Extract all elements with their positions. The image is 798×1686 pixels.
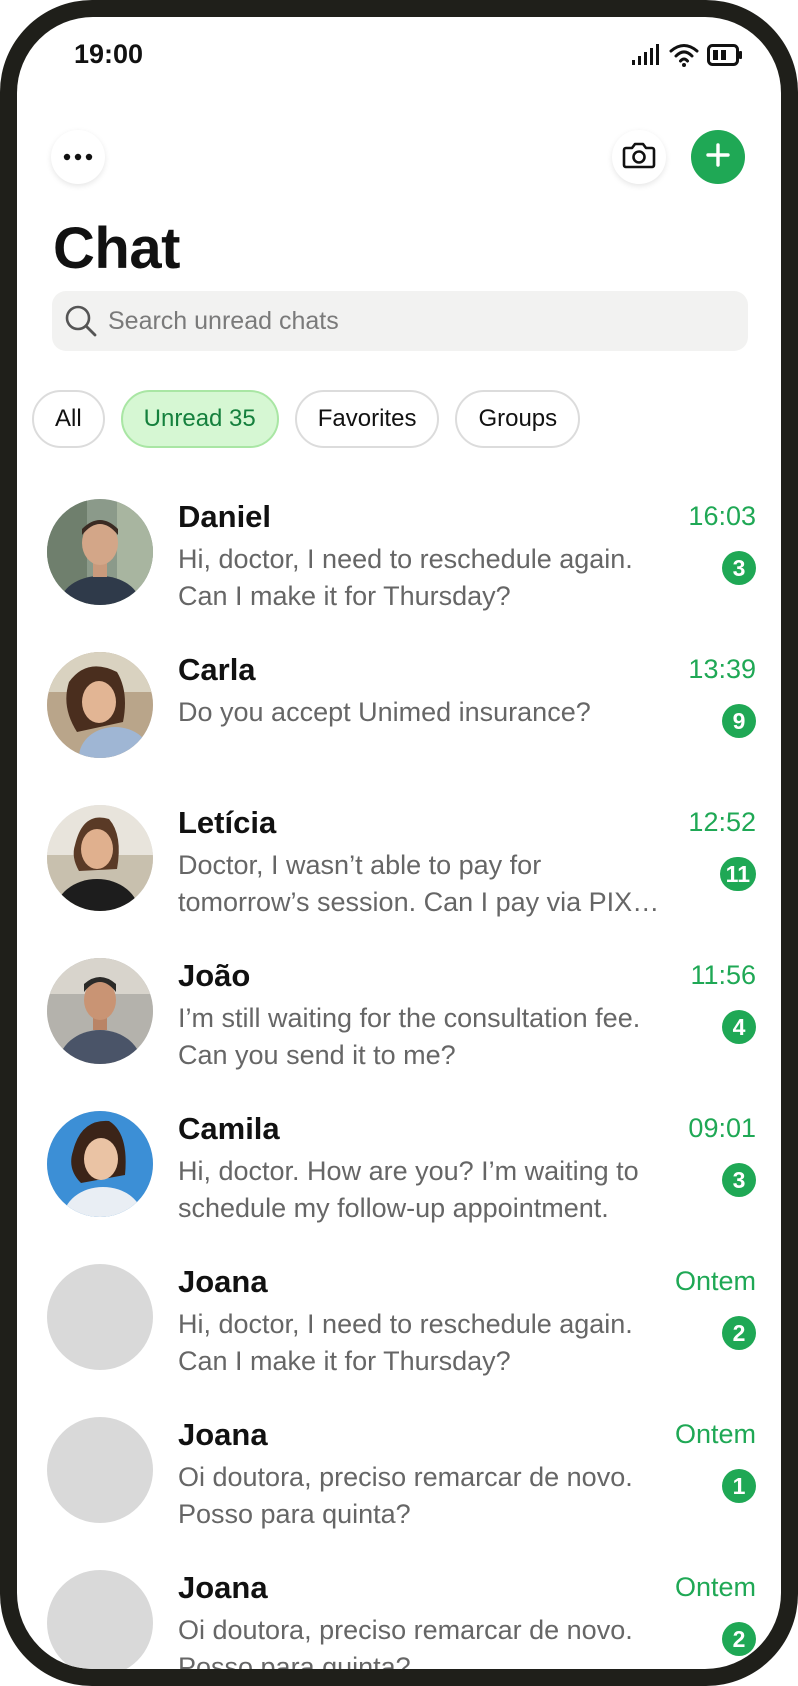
chat-preview: Oi doutora, preciso remarcar de novo. Po… bbox=[178, 1462, 633, 1529]
status-time: 19:00 bbox=[74, 39, 144, 69]
chat-name: Joana bbox=[178, 1264, 268, 1299]
avatar-placeholder bbox=[47, 1570, 153, 1669]
chat-time: Ontem bbox=[674, 1572, 756, 1602]
avatar bbox=[47, 805, 153, 911]
avatar bbox=[47, 499, 153, 605]
chat-name: Daniel bbox=[178, 499, 272, 534]
camera-button[interactable] bbox=[612, 130, 666, 184]
chat-row[interactable]: Daniel Hi, doctor, I need to reschedule … bbox=[17, 487, 781, 640]
unread-badge: 3 bbox=[722, 1163, 756, 1197]
chat-list: Daniel Hi, doctor, I need to reschedule … bbox=[17, 487, 781, 1669]
wifi-icon bbox=[669, 43, 699, 72]
chat-name: Camila bbox=[178, 1111, 280, 1146]
chat-preview: Hi, doctor. How are you? I’m waiting to … bbox=[178, 1156, 639, 1223]
unread-badge: 2 bbox=[722, 1316, 756, 1350]
search-bar[interactable] bbox=[52, 291, 748, 351]
chat-time: 11:56 bbox=[690, 960, 756, 990]
chat-row[interactable]: Joana Oi doutora, preciso remarcar de no… bbox=[17, 1558, 781, 1669]
more-options-button[interactable] bbox=[51, 130, 105, 184]
chat-preview: Hi, doctor, I need to reschedule again. … bbox=[178, 544, 633, 611]
chat-row[interactable]: Letícia Doctor, I wasn’t able to pay for… bbox=[17, 793, 781, 946]
chat-row[interactable]: Joana Hi, doctor, I need to reschedule a… bbox=[17, 1252, 781, 1405]
chat-time: 09:01 bbox=[688, 1113, 756, 1143]
status-icons bbox=[631, 43, 743, 72]
filter-chip-all[interactable]: All bbox=[32, 390, 105, 448]
unread-badge: 4 bbox=[722, 1010, 756, 1044]
chat-name: Letícia bbox=[178, 805, 277, 840]
avatar bbox=[47, 1111, 153, 1217]
avatar bbox=[47, 958, 153, 1064]
chat-preview: Hi, doctor, I need to reschedule again. … bbox=[178, 1309, 633, 1376]
chat-time: Ontem bbox=[674, 1266, 756, 1296]
chat-name: Carla bbox=[178, 652, 256, 687]
chat-row[interactable]: Camila Hi, doctor. How are you? I’m wait… bbox=[17, 1099, 781, 1252]
avatar bbox=[47, 652, 153, 758]
chat-preview: I’m still waiting for the consultation f… bbox=[178, 1003, 641, 1070]
filter-chip-groups[interactable]: Groups bbox=[455, 390, 581, 448]
chat-row[interactable]: João I’m still waiting for the consultat… bbox=[17, 946, 781, 1099]
device-frame: 19:00 Chat Search unread chats All Unrea… bbox=[0, 0, 798, 1686]
screen: 19:00 Chat Search unread chats All Unrea… bbox=[17, 17, 781, 1669]
chat-name: Joana bbox=[178, 1570, 268, 1605]
unread-badge: 2 bbox=[722, 1622, 756, 1656]
search-input[interactable] bbox=[106, 305, 710, 337]
more-icon bbox=[63, 148, 93, 166]
chat-preview: Do you accept Unimed insurance? bbox=[178, 697, 591, 727]
filter-chips: All Unread 35 Favorites Groups bbox=[32, 390, 581, 448]
chat-preview: Oi doutora, preciso remarcar de novo. Po… bbox=[178, 1615, 633, 1669]
chat-row[interactable]: Carla Do you accept Unimed insurance? 13… bbox=[17, 640, 781, 793]
filter-chip-favorites[interactable]: Favorites bbox=[294, 390, 440, 448]
chat-time: 12:52 bbox=[688, 807, 756, 837]
unread-badge: 1 bbox=[722, 1469, 756, 1503]
chat-time: 13:39 bbox=[688, 654, 756, 684]
search-icon bbox=[64, 304, 98, 338]
avatar-placeholder bbox=[47, 1417, 153, 1523]
battery-icon bbox=[707, 44, 743, 71]
plus-icon bbox=[706, 142, 730, 172]
chat-time: 16:03 bbox=[688, 501, 756, 531]
chat-time: Ontem bbox=[674, 1419, 756, 1449]
signal-icon bbox=[631, 44, 661, 71]
unread-badge: 9 bbox=[722, 704, 756, 738]
chat-name: João bbox=[178, 958, 251, 993]
page-title: Chat bbox=[53, 216, 180, 281]
chat-row[interactable]: Joana Oi doutora, preciso remarcar de no… bbox=[17, 1405, 781, 1558]
chat-name: Joana bbox=[178, 1417, 268, 1452]
chat-preview: Doctor, I wasn’t able to pay for tomorro… bbox=[178, 850, 633, 917]
unread-badge: 3 bbox=[722, 551, 756, 585]
unread-badge: 11 bbox=[719, 857, 756, 891]
filter-chip-unread[interactable]: Unread 35 bbox=[120, 390, 279, 448]
avatar-placeholder bbox=[47, 1264, 153, 1370]
new-chat-button[interactable] bbox=[691, 130, 745, 184]
camera-icon bbox=[622, 141, 656, 174]
